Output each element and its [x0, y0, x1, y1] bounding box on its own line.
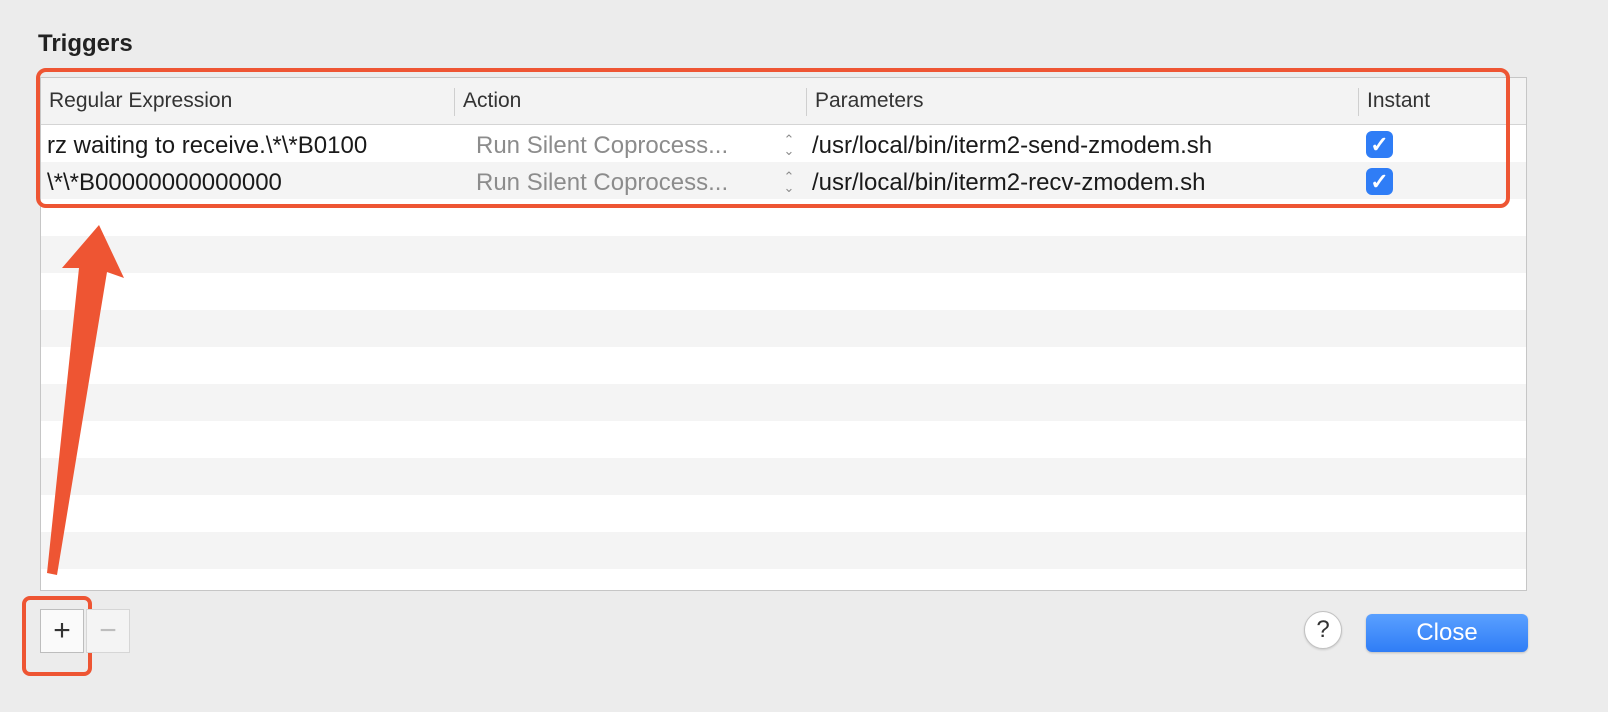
empty-row [41, 421, 1526, 458]
help-button[interactable]: ? [1304, 611, 1342, 649]
empty-row [41, 199, 1526, 236]
empty-row [41, 273, 1526, 310]
section-title: Triggers [38, 30, 133, 57]
close-button[interactable]: Close [1366, 614, 1528, 652]
column-header-instant[interactable]: Instant [1359, 78, 1526, 124]
empty-row [41, 310, 1526, 347]
add-trigger-button[interactable]: + [40, 609, 84, 653]
empty-row [41, 532, 1526, 569]
column-header-regex[interactable]: Regular Expression [41, 78, 454, 124]
table-header: Regular Expression Action Parameters Ins… [41, 78, 1526, 125]
empty-row [41, 458, 1526, 495]
regex-cell[interactable]: rz waiting to receive.\*\*B0100 [47, 127, 367, 164]
triggers-table: Regular Expression Action Parameters Ins… [40, 77, 1527, 591]
parameters-cell[interactable]: /usr/local/bin/iterm2-recv-zmodem.sh [812, 164, 1205, 201]
column-header-parameters[interactable]: Parameters [807, 78, 1358, 124]
updown-arrows-icon[interactable]: ⌃ ⌄ [781, 170, 797, 197]
instant-checkbox[interactable]: ✓ [1366, 131, 1393, 158]
empty-row [41, 569, 1526, 590]
action-popup[interactable]: Run Silent Coprocess... [476, 164, 728, 201]
column-header-action[interactable]: Action [455, 78, 806, 124]
instant-checkbox[interactable]: ✓ [1366, 168, 1393, 195]
parameters-cell[interactable]: /usr/local/bin/iterm2-send-zmodem.sh [812, 127, 1212, 164]
empty-row [41, 347, 1526, 384]
remove-trigger-button[interactable]: − [86, 609, 130, 653]
empty-row [41, 236, 1526, 273]
empty-row [41, 384, 1526, 421]
action-popup[interactable]: Run Silent Coprocess... [476, 127, 728, 164]
empty-row [41, 495, 1526, 532]
regex-cell[interactable]: \*\*B00000000000000 [47, 164, 282, 201]
updown-arrows-icon[interactable]: ⌃ ⌄ [781, 133, 797, 160]
